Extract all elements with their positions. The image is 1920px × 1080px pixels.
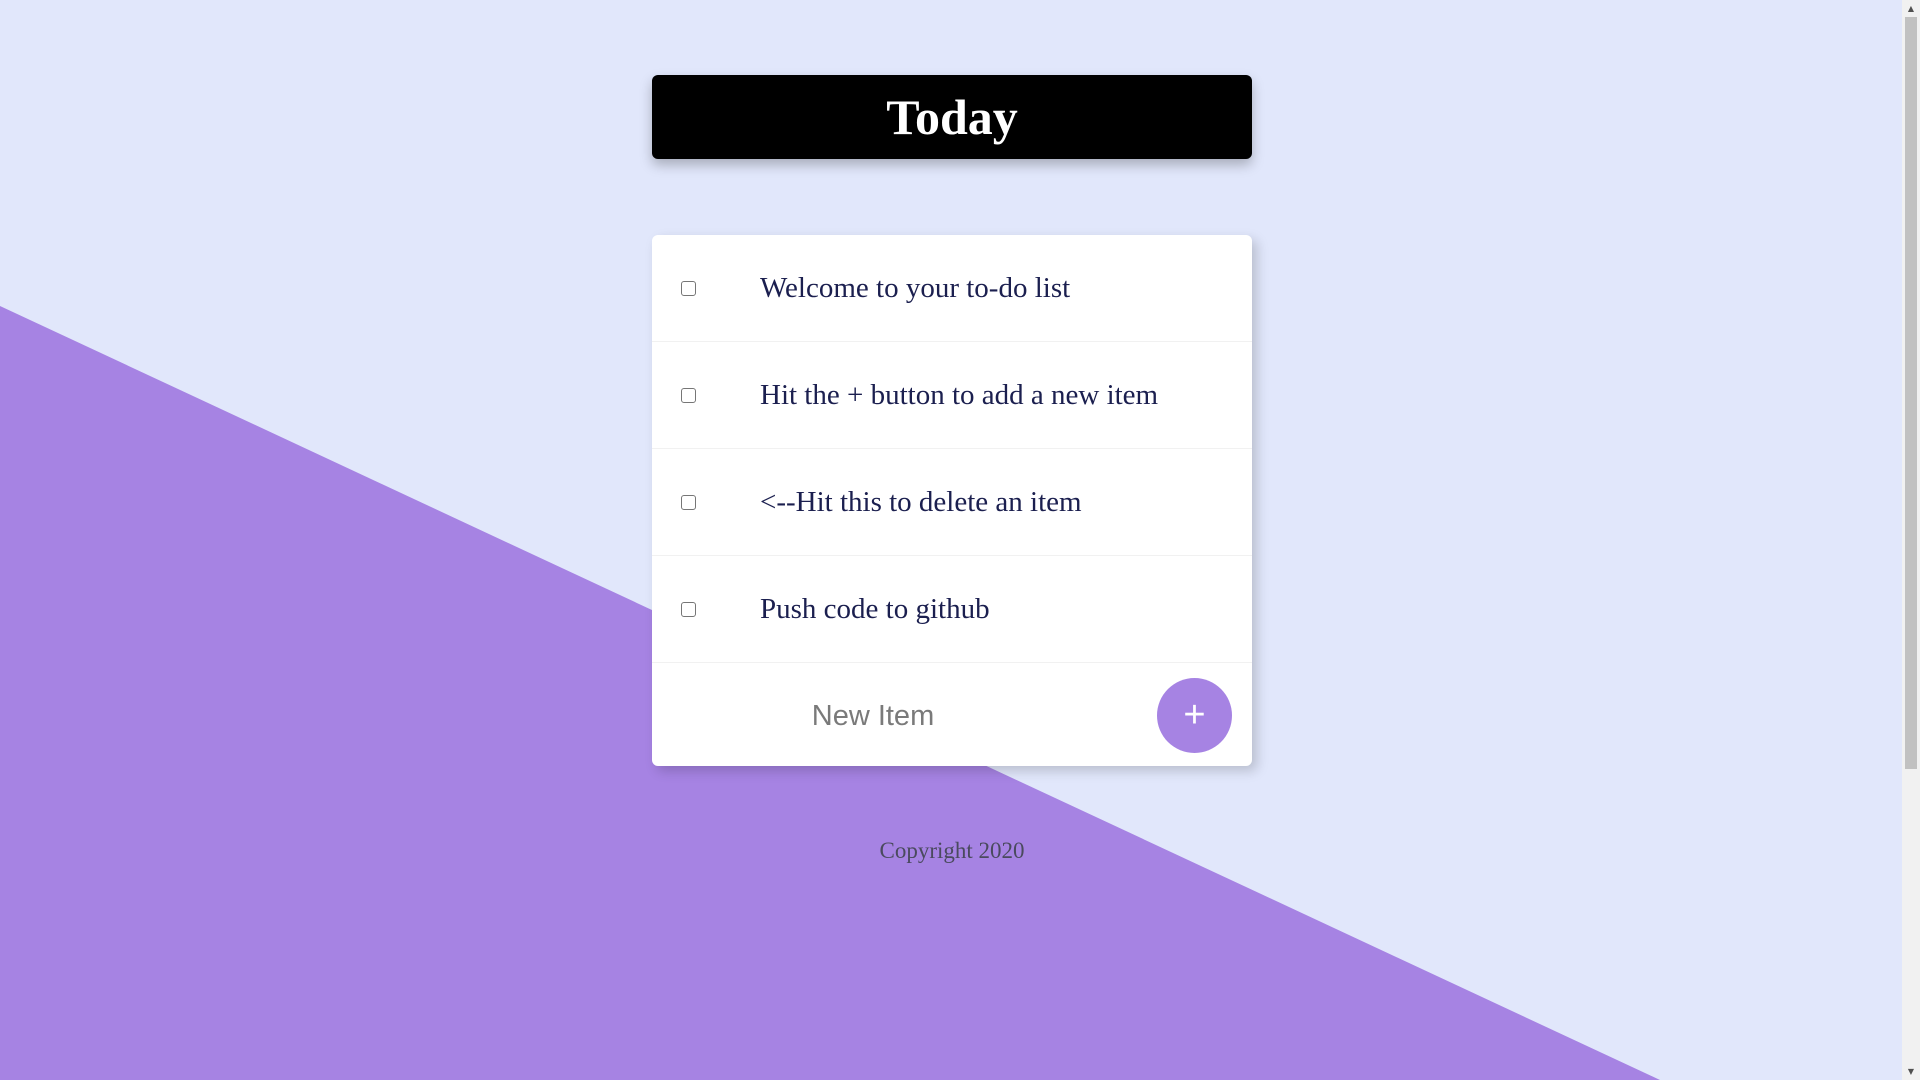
plus-icon: + [1183, 694, 1206, 736]
item-checkbox[interactable] [681, 387, 696, 403]
heading-box: Today [652, 75, 1252, 159]
list-item: <--Hit this to delete an item [652, 449, 1252, 556]
scroll-up-icon[interactable]: ▲ [1902, 0, 1920, 17]
new-item-input[interactable] [712, 690, 1034, 742]
item-checkbox[interactable] [681, 494, 696, 510]
scroll-down-icon[interactable]: ▼ [1902, 1063, 1920, 1080]
item-text: <--Hit this to delete an item [760, 485, 1082, 518]
vertical-scrollbar[interactable]: ▲ ▼ [1902, 0, 1920, 1080]
item-checkbox[interactable] [681, 601, 696, 617]
item-text: Welcome to your to-do list [760, 271, 1071, 304]
page: Today Welcome to your to-do list Hit the… [0, 0, 1902, 1080]
item-text: Push code to github [760, 592, 990, 625]
list-item: Hit the + button to add a new item [652, 342, 1252, 449]
item-checkbox[interactable] [681, 280, 696, 296]
scrollbar-thumb[interactable] [1905, 17, 1917, 769]
page-title: Today [886, 89, 1018, 145]
list-item: Welcome to your to-do list [652, 235, 1252, 342]
item-text: Hit the + button to add a new item [760, 378, 1159, 411]
todo-card: Welcome to your to-do list Hit the + but… [652, 235, 1252, 766]
list-item: Push code to github [652, 556, 1252, 663]
footer-copyright: Copyright 2020 [879, 838, 1025, 863]
new-item-form: + [652, 663, 1252, 766]
add-item-button[interactable]: + [1157, 678, 1232, 753]
